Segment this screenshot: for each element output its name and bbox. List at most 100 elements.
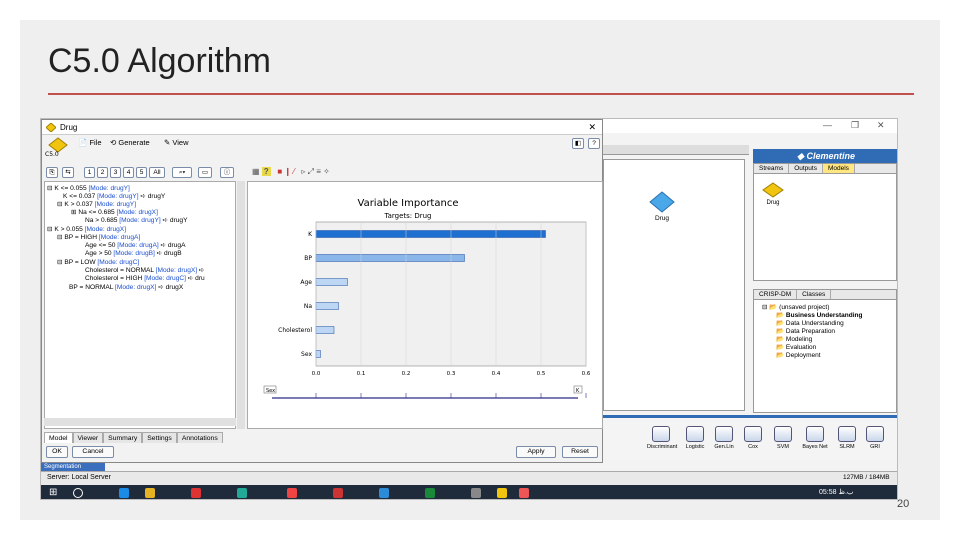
tree-node[interactable]: Na > 0.685 [Mode: drugY] ➪ drugY <box>85 216 188 224</box>
tab-annotations[interactable]: Annotations <box>176 432 223 443</box>
project-item[interactable]: 📂 Business Understanding <box>762 312 896 320</box>
reset-button[interactable]: Reset <box>562 446 598 458</box>
tree-toolbar: ⎘ ⇆ 1 2 3 4 5 All ⌕▾ ▭ ⓘ ▦ ? ■ ❙ ⁄ ▹ ⤢ ≡… <box>42 166 604 180</box>
tab-crisp-dm[interactable]: CRISP-DM <box>754 290 798 299</box>
palette-label: GRI <box>870 444 880 450</box>
category-label: Age <box>300 279 312 286</box>
x-tick-label: 0.5 <box>537 371 546 377</box>
apply-button[interactable]: Apply <box>516 446 556 458</box>
explorer-icon[interactable] <box>145 488 155 498</box>
level-button[interactable]: 5 <box>136 167 147 178</box>
clementine-taskbar-icon[interactable] <box>497 488 507 498</box>
tab-classes[interactable]: Classes <box>797 290 832 299</box>
node-rule: K <= 0.055 <box>54 185 89 192</box>
tree-node[interactable]: Age > 50 [Mode: drugB] ➪ drugB <box>85 249 182 257</box>
tree-node[interactable]: ⊟ K <= 0.055 [Mode: drugY] <box>47 184 130 192</box>
palette-node[interactable]: Cox <box>739 426 767 450</box>
project-root[interactable]: ⊟ 📂 (unsaved project) <box>762 304 896 312</box>
tree-node[interactable]: ⊟ K > 0.055 [Mode: drugX] <box>47 225 126 233</box>
node-rule: Age <= 50 <box>85 242 118 249</box>
level-button[interactable]: 4 <box>123 167 134 178</box>
info-icon[interactable]: ⓘ <box>220 167 234 178</box>
tree-horizontal-scrollbar[interactable] <box>44 418 236 426</box>
palette-node[interactable]: GRI <box>861 426 889 450</box>
tab-viewer[interactable]: Viewer <box>72 432 104 443</box>
x-tick-label: 0.1 <box>357 371 366 377</box>
minimize-icon[interactable]: — <box>823 120 832 130</box>
model-nugget[interactable]: Drug <box>762 182 784 206</box>
level-button[interactable]: 2 <box>97 167 108 178</box>
palette-node[interactable]: SVM <box>769 426 797 450</box>
maximize-icon[interactable]: ❐ <box>851 120 859 131</box>
filter-icon[interactable]: ⇆ <box>62 167 74 178</box>
tree-node[interactable]: ⊟ BP = HIGH [Mode: drugA] <box>57 233 140 241</box>
bar-bp <box>315 254 465 262</box>
segmentation-tab[interactable]: Segmentation <box>41 463 105 471</box>
dialog-menu: C5.0 📄 File ⟲ Generate ✎ View ◧ ? <box>42 135 602 157</box>
close-icon[interactable]: ✕ <box>588 120 596 135</box>
tree-node[interactable]: ⊞ Na <= 0.685 [Mode: drugX] <box>71 208 158 216</box>
tree-node[interactable]: K <= 0.037 [Mode: drugY] ➪ drugY <box>63 192 165 200</box>
copy-icon[interactable]: ⎘ <box>46 167 58 178</box>
tab-streams[interactable]: Streams <box>754 164 790 173</box>
project-item[interactable]: 📂 Data Understanding <box>762 320 896 328</box>
project-item[interactable]: 📂 Modeling <box>762 336 896 344</box>
node-mode: [Mode: drugY] <box>119 217 161 224</box>
manager-panel: Streams Outputs Models Drug <box>753 163 897 281</box>
project-item[interactable]: 📂 Deployment <box>762 352 896 360</box>
node-mode: [Mode: drugA] <box>117 242 159 249</box>
status-bar: Server: Local Server 127MB / 184MB <box>41 471 897 485</box>
cancel-button[interactable]: Cancel <box>72 446 114 458</box>
palette-node[interactable]: Bayes Net <box>801 426 829 450</box>
windows-start-icon[interactable]: ⊞ <box>49 487 57 498</box>
tree-node[interactable]: Age <= 50 [Mode: drugA] ➪ drugA <box>85 241 186 249</box>
node-rule: K > 0.037 <box>64 201 95 208</box>
memory-status: 127MB / 184MB <box>843 474 890 481</box>
tree-node[interactable]: BP = NORMAL [Mode: drugX] ➪ drugX <box>69 283 183 291</box>
preview-icon[interactable]: ◧ <box>572 138 584 149</box>
tab-outputs[interactable]: Outputs <box>789 164 823 173</box>
level-button[interactable]: 3 <box>110 167 121 178</box>
app-icon[interactable] <box>425 488 435 498</box>
edge-icon[interactable] <box>119 488 129 498</box>
help-icon[interactable]: ? <box>588 138 600 149</box>
tree-node[interactable]: Cholesterol = NORMAL [Mode: drugX] ➪ <box>85 266 204 274</box>
ok-button[interactable]: OK <box>46 446 68 458</box>
search-icon[interactable] <box>73 488 83 498</box>
palette-node[interactable]: Logistic <box>681 426 709 450</box>
menu-generate[interactable]: ⟲ Generate <box>110 138 150 147</box>
app-icon[interactable] <box>471 488 481 498</box>
tree-vertical-scrollbar[interactable] <box>237 181 245 429</box>
menu-view[interactable]: ✎ View <box>164 138 189 147</box>
app-icon[interactable] <box>519 488 529 498</box>
node-mode: [Mode: drugC] <box>144 275 186 282</box>
level-all-button[interactable]: All <box>149 167 165 178</box>
project-item[interactable]: 📂 Data Preparation <box>762 328 896 336</box>
tree-node[interactable]: ⊟ BP = LOW [Mode: drugC] <box>57 258 139 266</box>
project-item[interactable]: 📂 Evaluation <box>762 344 896 352</box>
zoom-icon[interactable]: ⌕▾ <box>172 167 192 178</box>
node-mode: [Mode: drugY] <box>94 201 137 208</box>
close-icon[interactable]: ✕ <box>877 120 885 131</box>
tab-settings[interactable]: Settings <box>142 432 177 443</box>
app-icon[interactable] <box>379 488 389 498</box>
menu-file[interactable]: 📄 File <box>78 138 102 147</box>
palette-node[interactable]: Gen.Lin <box>710 426 738 450</box>
project-item-label: Evaluation <box>785 344 817 351</box>
app-icon[interactable] <box>333 488 343 498</box>
palette-node[interactable]: Discriminant <box>647 426 677 450</box>
tab-model[interactable]: Model <box>44 432 73 443</box>
app-icon[interactable] <box>191 488 201 498</box>
tab-summary[interactable]: Summary <box>103 432 143 443</box>
tree-node[interactable]: ⊟ K > 0.037 [Mode: drugY] <box>57 200 136 208</box>
palette-node[interactable]: SLRM <box>833 426 861 450</box>
app-icon[interactable] <box>237 488 247 498</box>
project-panel: CRISP-DM Classes ⊟ 📂 (unsaved project) 📂… <box>753 289 897 413</box>
level-button[interactable]: 1 <box>84 167 95 178</box>
tree-node[interactable]: Cholesterol = HIGH [Mode: drugC] ➪ dru <box>85 274 205 282</box>
chrome-icon[interactable] <box>287 488 297 498</box>
canvas-model-node[interactable]: Drug <box>647 191 677 225</box>
tab-models[interactable]: Models <box>822 164 855 173</box>
chart-toolbar-icon[interactable]: ▦ ? ■ ❙ ⁄ ▹ ⤢ ≡ ✧ <box>252 167 330 177</box>
show-icon[interactable]: ▭ <box>198 167 212 178</box>
